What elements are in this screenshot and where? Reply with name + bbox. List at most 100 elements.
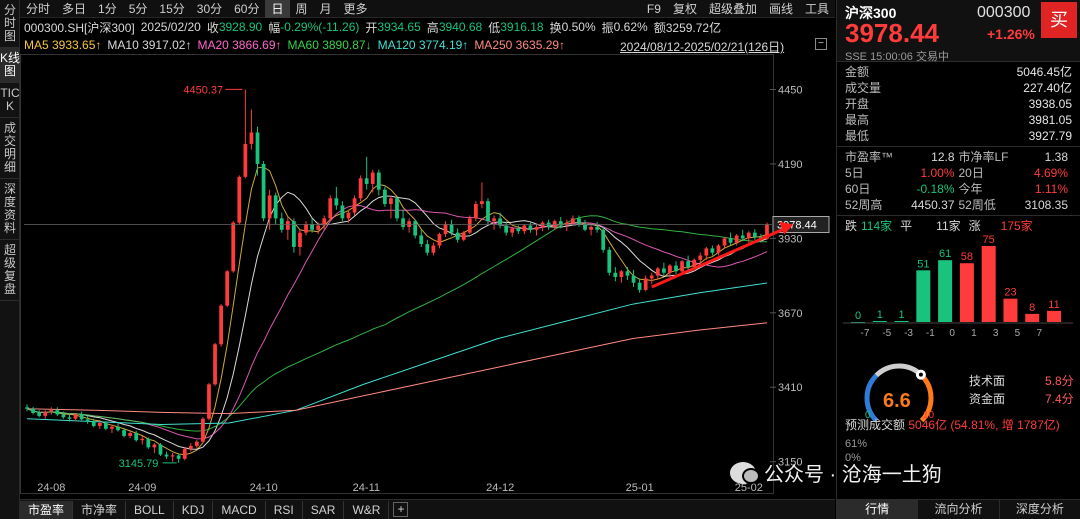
- period-tab-10[interactable]: 更多: [338, 0, 374, 18]
- candle-body: [358, 178, 363, 199]
- left-tab-2[interactable]: TICK: [0, 83, 20, 118]
- toolbar-tool-2[interactable]: 超级叠加: [703, 0, 763, 18]
- grid-stat: 52周高 4450.37: [845, 197, 959, 213]
- period-tab-6[interactable]: 60分: [228, 0, 265, 18]
- period-tab-3[interactable]: 5分: [123, 0, 154, 18]
- period-tab-1[interactable]: 多日: [56, 0, 92, 18]
- candle-body: [346, 212, 351, 219]
- candle-body: [170, 455, 175, 457]
- high-value: 3940.68: [438, 20, 483, 34]
- period-tab-8[interactable]: 周: [290, 0, 314, 18]
- left-tab-5[interactable]: 超级复盘: [0, 240, 20, 301]
- candle-body: [686, 261, 691, 267]
- change-label: 幅: [268, 20, 281, 35]
- candle-body: [716, 245, 721, 253]
- histogram-bar: [872, 320, 887, 322]
- grid-stat-label: 今年: [958, 182, 983, 196]
- candle-body: [746, 232, 751, 239]
- zoom-out-button[interactable]: −: [815, 38, 827, 50]
- panel-tab-0[interactable]: 行情: [837, 500, 919, 519]
- candle-body: [480, 201, 484, 205]
- fund-label: 资金面: [969, 392, 1006, 406]
- candle-body: [334, 198, 339, 206]
- histogram-axis-label: 0: [949, 328, 955, 339]
- candle-body: [140, 438, 145, 441]
- left-tab-1[interactable]: K线图: [0, 48, 20, 83]
- ma120-legend: MA120 3774.19↑: [377, 38, 469, 52]
- indicator-tab-4[interactable]: MACD: [213, 500, 266, 519]
- period-tab-0[interactable]: 分时: [20, 0, 56, 18]
- close-label: 收: [206, 20, 219, 35]
- indicator-tab-6[interactable]: SAR: [303, 500, 345, 519]
- amplitude-value: 0.62%: [613, 20, 648, 34]
- period-tab-5[interactable]: 30分: [191, 0, 228, 18]
- indicator-tab-3[interactable]: KDJ: [174, 500, 214, 519]
- candle-body: [128, 433, 133, 436]
- candle-body: [407, 221, 412, 227]
- grid-stat-label: 60日: [845, 182, 871, 196]
- toolbar-tool-0[interactable]: F9: [641, 0, 667, 18]
- panel-tab-2[interactable]: 深度分析: [1000, 500, 1080, 519]
- histogram-value: 75: [983, 234, 995, 246]
- candle-body: [225, 271, 230, 306]
- watermark-text: 公众号 · 沧海一土狗: [764, 464, 942, 486]
- stat-row: 成交量 227.40亿: [837, 80, 1080, 96]
- indicator-tab-0[interactable]: 市盈率: [20, 500, 74, 519]
- candle-body: [486, 201, 490, 222]
- low-annotation: 3145.79: [119, 458, 159, 470]
- candle-body: [413, 221, 418, 236]
- x-tick-label: 24-08: [37, 482, 65, 494]
- histogram-axis-label: -5: [882, 328, 891, 339]
- add-indicator-button[interactable]: +: [393, 502, 409, 517]
- rise-count: 175家: [1000, 219, 1033, 233]
- indicator-tab-bar: 市盈率 市净率 BOLL KDJ MACD RSI SAR W&R +: [20, 499, 835, 519]
- left-tab-0[interactable]: 分时图: [0, 0, 20, 48]
- candle-body: [370, 172, 375, 184]
- histogram-value: 58: [961, 251, 973, 263]
- indicator-tab-2[interactable]: BOLL: [126, 500, 174, 519]
- x-tick-label: 24-12: [486, 482, 514, 494]
- candle-body: [728, 238, 733, 243]
- candle-body: [201, 418, 205, 442]
- gauge-pointer-dot: [918, 372, 923, 377]
- candle-body: [376, 172, 381, 190]
- candle-body: [285, 221, 290, 230]
- candle-body: [619, 271, 624, 278]
- candle-body: [425, 244, 430, 253]
- ma250-legend: MA250 3635.29↑: [474, 38, 566, 52]
- histogram-bar: [959, 263, 974, 322]
- buy-button[interactable]: 买: [1041, 2, 1077, 38]
- histogram-bar: [916, 270, 931, 322]
- candle-body: [564, 222, 569, 226]
- candle-body: [85, 419, 90, 422]
- date-range-label[interactable]: 2024/08/12-2025/02/21(126日): [620, 38, 784, 55]
- stat-value: 3927.79: [1028, 129, 1072, 143]
- candle-body: [55, 410, 60, 415]
- high-label: 高: [426, 20, 439, 35]
- period-tab-9[interactable]: 月: [314, 0, 338, 18]
- candle-body: [389, 198, 393, 205]
- indicator-tab-5[interactable]: RSI: [266, 500, 303, 519]
- period-tab-7[interactable]: 日: [265, 0, 290, 18]
- indicator-tab-7[interactable]: W&R: [344, 500, 390, 519]
- left-tab-3[interactable]: 成交明细: [0, 118, 20, 179]
- candle-body: [79, 414, 84, 420]
- grid-stat-value: 12.8: [931, 150, 955, 164]
- left-tab-4[interactable]: 深度资料: [0, 179, 20, 240]
- toolbar-tool-1[interactable]: 复权: [667, 0, 703, 18]
- toolbar-tool-3[interactable]: 画线: [763, 0, 799, 18]
- histogram-bar: [894, 320, 909, 322]
- candle-body: [25, 407, 29, 409]
- period-tab-4[interactable]: 15分: [153, 0, 190, 18]
- candle-body: [595, 226, 600, 230]
- flat-label: 平: [900, 219, 913, 233]
- indicator-tab-1[interactable]: 市净率: [73, 500, 127, 519]
- panel-tab-1[interactable]: 流向分析: [918, 500, 1000, 519]
- gauge-arc-segment: [874, 363, 924, 378]
- period-tab-2[interactable]: 1分: [92, 0, 123, 18]
- kline-chart[interactable]: 4450 4190 3930 3670 3410 3150 24-08 24-09 24-10 2…: [20, 54, 835, 494]
- grid-stat: 市净率LF 1.38: [959, 149, 1073, 165]
- percent-top-label: 61%: [845, 438, 868, 450]
- toolbar-tool-4[interactable]: 工具: [799, 0, 835, 18]
- candle-body: [328, 198, 333, 219]
